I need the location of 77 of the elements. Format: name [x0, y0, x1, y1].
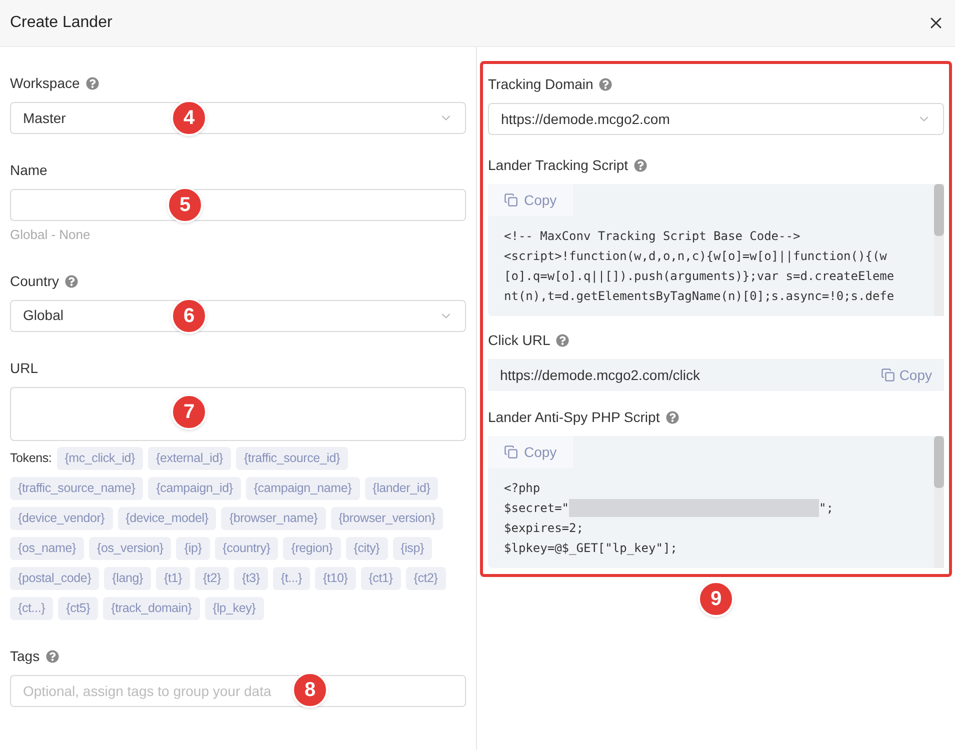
field-label: Tracking Domain: [488, 75, 594, 94]
hint-text: Global - None: [10, 226, 92, 244]
token-chip[interactable]: {track_domain}: [103, 596, 200, 620]
callout-badge: 5: [167, 187, 203, 223]
field-label: Name: [10, 161, 48, 180]
token-chip[interactable]: {t3}: [234, 566, 268, 590]
field-label: Click URL: [488, 331, 550, 350]
token-chip[interactable]: {os_name}: [10, 536, 84, 560]
token-chip[interactable]: {lang}: [104, 566, 151, 590]
token-chip[interactable]: {ct1}: [360, 566, 401, 590]
token-chip[interactable]: {campaign_name}: [246, 476, 360, 500]
code-line: <!-- MaxConv Tracking Script Base Code-->: [504, 228, 802, 245]
help-icon: [599, 78, 612, 91]
callout-badge: 4: [171, 100, 207, 136]
field-label: Tags: [10, 646, 40, 666]
callout-badge: 6: [171, 298, 207, 334]
token-chip[interactable]: {region}: [283, 536, 341, 560]
callout-badge: 8: [292, 672, 328, 708]
select-field[interactable]: Master 4: [10, 102, 466, 134]
token-chip[interactable]: {isp}: [392, 536, 432, 560]
token-chip[interactable]: {t...}: [272, 566, 310, 590]
help-icon: [666, 411, 679, 424]
url-textarea[interactable]: 7: [10, 386, 466, 440]
copy-button[interactable]: Copy: [881, 364, 932, 386]
token-chip[interactable]: {t10}: [314, 566, 356, 590]
token-chip[interactable]: {device_model}: [118, 506, 216, 530]
code-line: nt(n),t=d.getElementsByTagName(n)[0];s.async=!0;s.defe: [504, 288, 896, 305]
help-icon: [556, 334, 570, 347]
token-chip[interactable]: {traffic_source_name}: [10, 476, 144, 500]
token-chip[interactable]: {browser_name}: [221, 506, 326, 530]
token-chip[interactable]: {t2}: [194, 566, 229, 590]
code-line: $secret=": [504, 500, 570, 517]
token-chip[interactable]: {lander_id}: [364, 476, 438, 500]
token-chip[interactable]: {device_vendor}: [10, 506, 113, 530]
help-icon: [634, 159, 648, 172]
token-chip[interactable]: {browser_version}: [330, 506, 444, 530]
token-chip[interactable]: {ip}: [176, 536, 210, 560]
token-chip[interactable]: {traffic_source_id}: [236, 446, 348, 470]
token-chip[interactable]: {postal_code}: [10, 566, 100, 590]
code-line: $lpkey=@$_GET["lp_key"];: [504, 540, 678, 557]
token-chip[interactable]: {city}: [346, 536, 388, 560]
dialog-title: Create Lander: [10, 13, 112, 33]
token-chip[interactable]: {external_id}: [148, 446, 231, 470]
copy-button[interactable]: Copy: [488, 184, 573, 216]
token-chip[interactable]: {mc_click_id}: [56, 446, 144, 470]
token-chip[interactable]: {os_version}: [88, 536, 172, 560]
code-line: ";: [819, 500, 834, 517]
code-line: [o].q=w[o].q||[]).push(arguments)};var s=d.createEleme: [504, 268, 896, 285]
token-chip[interactable]: {campaign_id}: [148, 476, 241, 500]
code-line: <script>!function(w,d,o,n,c){w[o]=w[o]||function(){(w: [504, 248, 888, 265]
tokens-label: Tokens:: [10, 450, 52, 467]
code-line: $expires=2;: [504, 520, 584, 537]
click-url-text: https://demode.mcgo2.com/click: [500, 366, 700, 385]
token-chip[interactable]: {t1}: [156, 566, 190, 590]
help-icon: [46, 650, 59, 662]
copy-button[interactable]: Copy: [488, 436, 573, 468]
token-chip[interactable]: {ct5}: [58, 596, 98, 620]
field-label: Lander Anti-Spy PHP Script: [488, 408, 660, 427]
copy-icon: [881, 368, 896, 382]
token-chip[interactable]: {lp_key}: [204, 596, 264, 620]
code-line: <?php: [504, 480, 542, 497]
help-icon: [86, 77, 99, 90]
copy-icon: [504, 445, 518, 459]
name-input[interactable]: 5: [10, 189, 466, 221]
field-label: Workspace: [10, 74, 80, 93]
token-chip[interactable]: {ct...}: [10, 596, 54, 620]
field-label: Lander Tracking Script: [488, 156, 628, 175]
select-field[interactable]: https://demode.mcgo2.com: [488, 103, 944, 135]
field-label: URL: [10, 358, 38, 378]
copy-icon: [504, 193, 518, 207]
callout-badge: 9: [698, 581, 734, 617]
help-icon: [65, 274, 78, 288]
token-chip[interactable]: {ct2}: [406, 566, 446, 590]
field-label: Country: [10, 272, 60, 291]
token-chip[interactable]: {country}: [214, 536, 278, 560]
select-field[interactable]: Global 6: [10, 300, 466, 332]
callout-badge: 7: [171, 394, 207, 430]
